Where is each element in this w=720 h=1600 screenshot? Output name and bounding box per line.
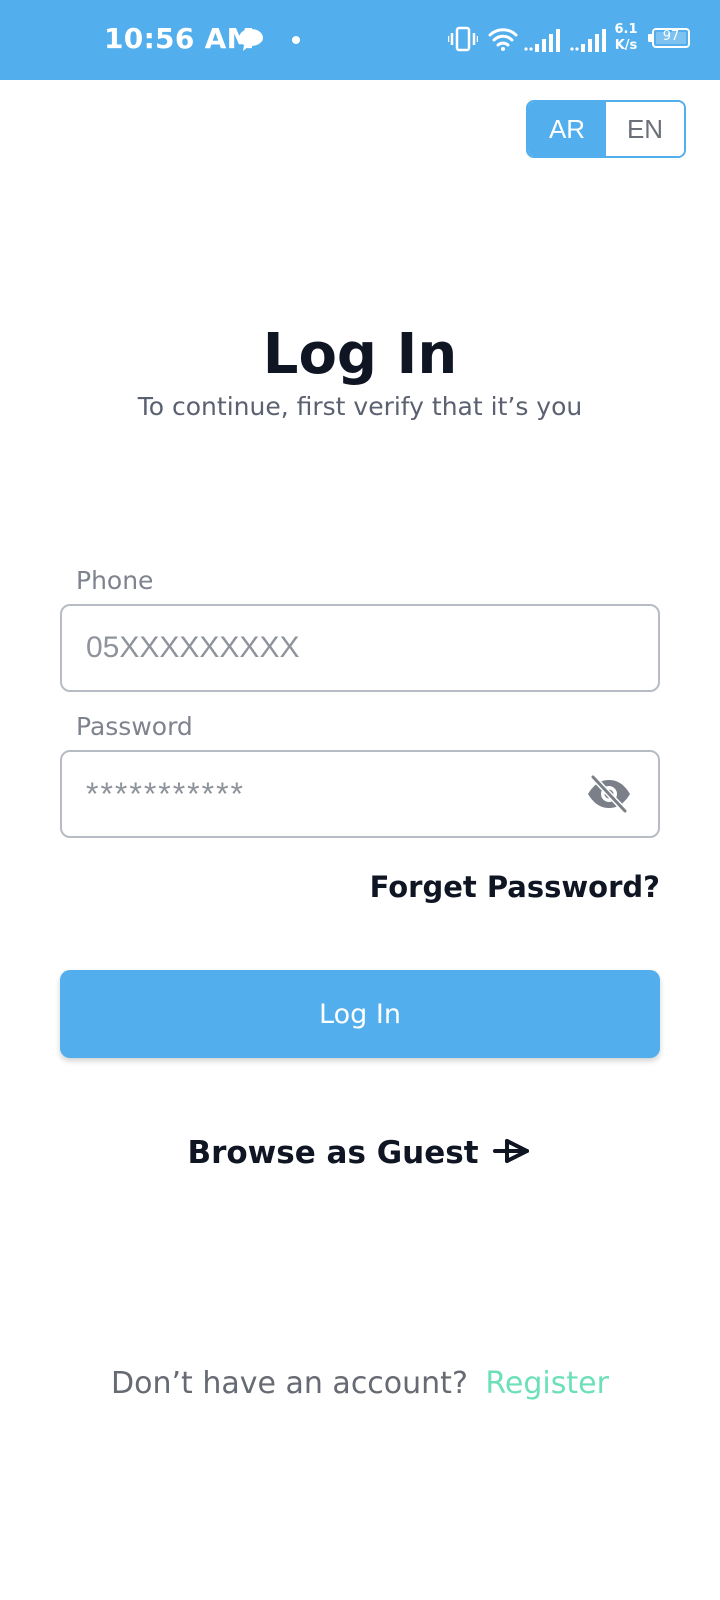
language-option-en[interactable]: EN — [606, 102, 684, 156]
signal-icon — [524, 28, 564, 56]
language-option-ar[interactable]: AR — [528, 102, 606, 156]
signal-icon — [570, 28, 610, 56]
network-speed-unit: K/s — [614, 38, 638, 53]
network-speed: 6.1 K/s — [612, 22, 640, 54]
browse-as-guest-label: Browse as Guest — [187, 1135, 479, 1171]
vibrate-icon — [447, 26, 479, 56]
password-input[interactable] — [84, 752, 578, 836]
chat-bubble-icon — [238, 28, 264, 56]
register-row: Don’t have an account? Register — [0, 1366, 720, 1401]
forgot-password-link[interactable]: Forget Password? — [370, 870, 660, 904]
network-speed-value: 6.1 — [614, 22, 638, 37]
language-toggle: AR EN — [526, 100, 686, 158]
password-field — [60, 750, 660, 838]
eye-off-icon[interactable] — [586, 774, 632, 818]
password-label: Password — [76, 712, 193, 741]
phone-input[interactable] — [84, 606, 578, 690]
register-question: Don’t have an account? — [111, 1366, 468, 1401]
phone-field — [60, 604, 660, 692]
phone-label: Phone — [76, 566, 154, 595]
page-subtitle: To continue, first verify that it’s you — [137, 392, 583, 421]
status-bar: 10:56 AM 6.1 K/s 97 — [0, 0, 720, 80]
browse-as-guest-button[interactable]: Browse as Guest — [0, 1135, 720, 1171]
arrow-right-icon — [492, 1137, 533, 1169]
status-time: 10:56 AM — [104, 22, 255, 55]
login-button[interactable]: Log In — [60, 970, 660, 1058]
login-screen: 10:56 AM 6.1 K/s 97 AR EN Log In To cont… — [0, 0, 720, 1600]
battery-level: 97 — [662, 29, 680, 44]
register-link[interactable]: Register — [485, 1366, 609, 1401]
wifi-icon — [488, 26, 518, 56]
battery-icon: 97 — [652, 28, 690, 48]
page-title: Log In — [262, 322, 458, 387]
notification-dot-icon — [292, 36, 300, 44]
